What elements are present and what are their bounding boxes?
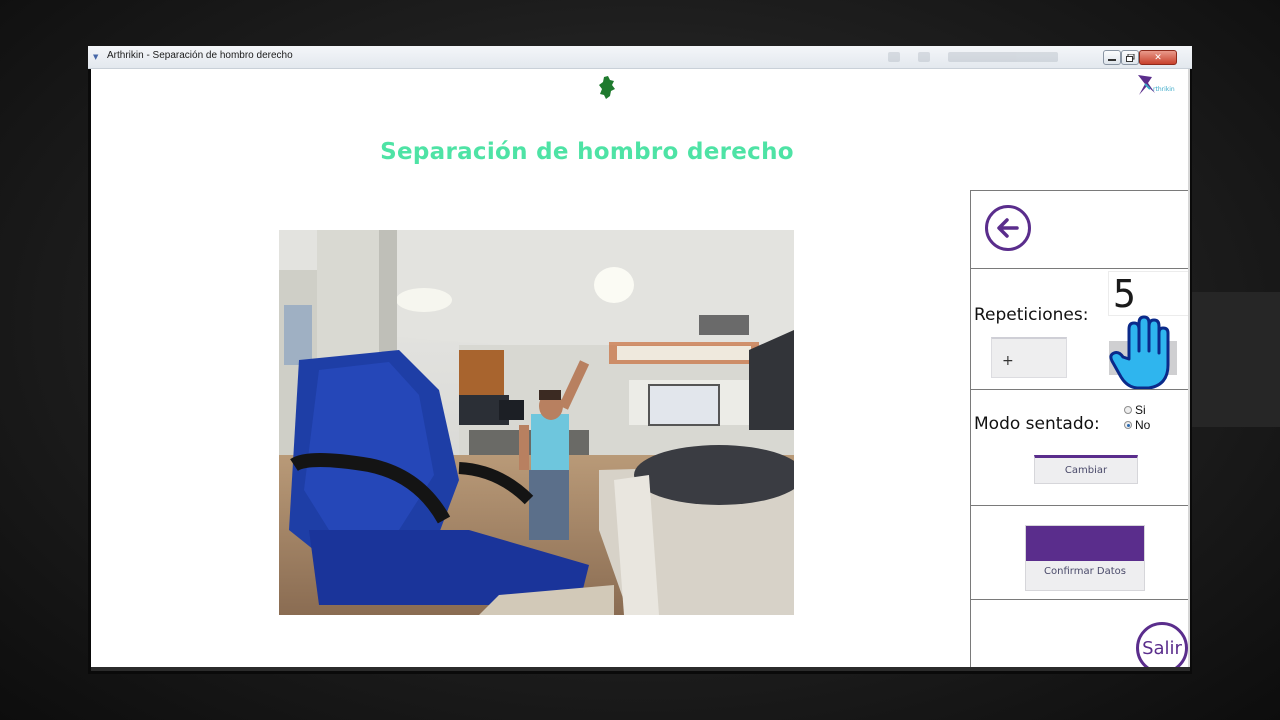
- scrollbar[interactable]: [1188, 69, 1190, 667]
- app-client-area: rthrikin Separación de hombro derecho Re…: [91, 69, 1190, 667]
- back-button[interactable]: [985, 205, 1031, 251]
- seated-no-option[interactable]: No: [1124, 418, 1150, 432]
- camera-image: [279, 230, 794, 615]
- window-bottom-edge: [91, 667, 1190, 671]
- radio-no[interactable]: [1124, 421, 1132, 429]
- window-title: Arthrikin - Separación de hombro derecho: [107, 50, 293, 61]
- repetitions-value[interactable]: 5: [1108, 271, 1190, 316]
- repetitions-section: Repeticiones: 5 +: [971, 268, 1190, 390]
- minimize-button[interactable]: [1103, 50, 1121, 65]
- page-title: Separación de hombro derecho: [380, 139, 794, 165]
- seated-yes-label: Si: [1135, 403, 1146, 417]
- titlebar-faint-toolbar: [888, 50, 1068, 64]
- confirm-data-button[interactable]: Confirmar Datos: [1025, 525, 1145, 591]
- radio-yes[interactable]: [1124, 406, 1132, 414]
- increment-button[interactable]: +: [991, 337, 1067, 378]
- maximize-icon: [1125, 53, 1134, 62]
- seated-no-label: No: [1135, 418, 1151, 432]
- close-icon: ✕: [1154, 52, 1162, 63]
- seated-mode-section: Modo sentado: Si No Cambiar: [971, 389, 1190, 506]
- app-window: ▼ Arthrikin - Separación de hombro derec…: [88, 46, 1192, 674]
- exit-section: Salir: [971, 599, 1190, 667]
- seated-yes-option[interactable]: Si: [1124, 403, 1146, 417]
- arrow-left-icon: [997, 218, 1019, 238]
- back-section: [971, 190, 1190, 269]
- confirm-section: Confirmar Datos: [971, 505, 1190, 600]
- repetitions-label: Repeticiones:: [974, 305, 1089, 325]
- map-logo-icon: [599, 76, 615, 99]
- minimize-icon: [1108, 58, 1116, 61]
- background-panel: [1192, 292, 1280, 427]
- confirm-label: Confirmar Datos: [1044, 566, 1126, 577]
- confirm-color-bar: [1026, 526, 1144, 561]
- arthrikin-logo: rthrikin: [1136, 75, 1180, 97]
- exit-button[interactable]: Salir: [1136, 622, 1188, 667]
- change-button[interactable]: Cambiar: [1034, 455, 1138, 484]
- seated-mode-label: Modo sentado:: [974, 414, 1100, 434]
- hand-cursor-icon: [1109, 315, 1170, 390]
- options-panel: Repeticiones: 5 + Modo sentado: Si No Ca…: [970, 190, 1190, 667]
- close-button[interactable]: ✕: [1139, 50, 1177, 65]
- camera-feed: [279, 230, 794, 615]
- app-icon: ▼: [93, 53, 99, 61]
- title-bar[interactable]: ▼ Arthrikin - Separación de hombro derec…: [88, 46, 1192, 69]
- maximize-button[interactable]: [1121, 50, 1139, 65]
- logo-text: rthrikin: [1153, 86, 1175, 93]
